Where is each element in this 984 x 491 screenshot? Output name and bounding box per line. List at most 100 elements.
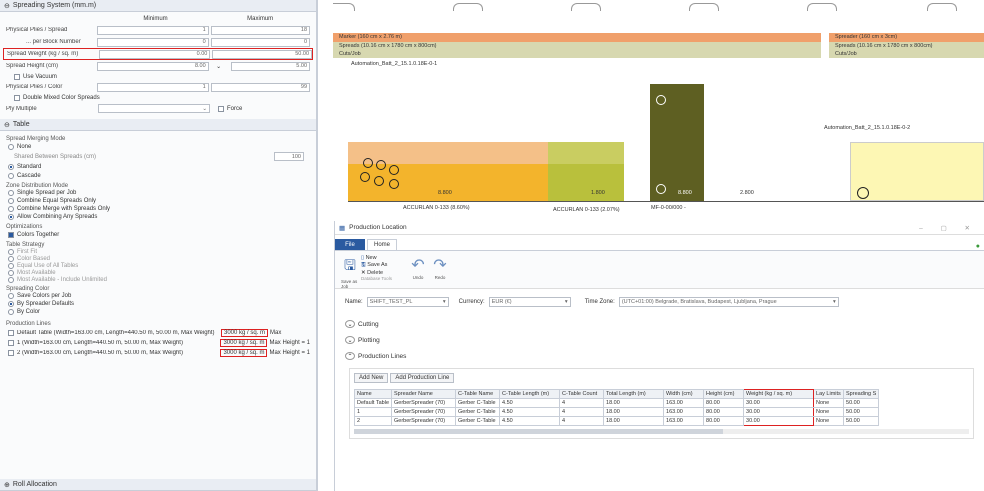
- col-header[interactable]: C-Table Length (m): [499, 389, 561, 399]
- cell[interactable]: GerberSpreader (70): [391, 398, 457, 408]
- zone-opt-radio[interactable]: [8, 206, 14, 212]
- cell[interactable]: 80.00: [703, 398, 745, 408]
- col-header[interactable]: C-Table Count: [559, 389, 605, 399]
- cell[interactable]: 18.00: [603, 416, 665, 426]
- col-header[interactable]: Name: [353, 389, 393, 399]
- cell[interactable]: None: [813, 416, 845, 426]
- col-header[interactable]: Width (cm): [663, 389, 705, 399]
- plies-color-max[interactable]: 99: [210, 82, 311, 92]
- cell[interactable]: 30.00: [743, 398, 815, 408]
- undo-button[interactable]: ↶ Undo: [407, 255, 429, 284]
- cell[interactable]: 4.50: [499, 407, 561, 417]
- spreading-system-header[interactable]: ⊖ Spreading System (mm.m): [0, 0, 316, 12]
- cell[interactable]: 18.00: [603, 407, 665, 417]
- colors-together-checkbox[interactable]: [8, 231, 14, 238]
- cell[interactable]: 4.50: [499, 398, 561, 408]
- help-icon[interactable]: ●: [976, 243, 980, 250]
- cell[interactable]: 163.00: [663, 398, 705, 408]
- col-header[interactable]: C-Table Name: [455, 389, 501, 399]
- cell[interactable]: 4: [559, 398, 605, 408]
- color-radio[interactable]: [8, 293, 14, 299]
- col-header[interactable]: Lay Limits: [813, 389, 845, 399]
- collapse-icon[interactable]: ⊖: [4, 121, 10, 129]
- strategy-radio[interactable]: [8, 262, 14, 269]
- currency-select[interactable]: EUR (€) ▾: [488, 297, 571, 307]
- cell[interactable]: 50.00: [843, 407, 880, 417]
- cell[interactable]: 163.00: [663, 407, 705, 417]
- merge-none-radio[interactable]: [8, 143, 14, 150]
- roll-allocation-header[interactable]: ⊕ Roll Allocation: [0, 479, 316, 491]
- cascade-radio[interactable]: [8, 172, 14, 179]
- expand-icon[interactable]: ⊕: [4, 481, 10, 489]
- strategy-radio[interactable]: [8, 276, 14, 283]
- cell[interactable]: 80.00: [703, 416, 745, 426]
- per-block-min[interactable]: 0: [97, 37, 209, 47]
- pl-checkbox[interactable]: [8, 340, 14, 346]
- standard-radio[interactable]: [8, 163, 14, 170]
- add-new-button[interactable]: Add New: [354, 373, 389, 383]
- collapse-icon[interactable]: ⊖: [4, 2, 10, 10]
- pl-checkbox[interactable]: [8, 329, 14, 336]
- table-row[interactable]: 1 GerberSpreader (70) Gerber C-Table 4.50 4 1…: [353, 407, 880, 417]
- shared-between-input[interactable]: 100: [274, 152, 304, 161]
- cell[interactable]: GerberSpreader (70): [391, 407, 457, 417]
- save-as-button[interactable]: 🖫 Save As: [361, 261, 401, 270]
- save-job-button[interactable]: 🖫 Save as Job: [341, 255, 359, 289]
- cell[interactable]: Gerber C-Table: [455, 407, 501, 417]
- cell[interactable]: None: [813, 407, 845, 417]
- cell[interactable]: 163.00: [663, 416, 705, 426]
- cell[interactable]: 4: [559, 416, 605, 426]
- spread-height-min[interactable]: 8.00: [97, 61, 209, 71]
- spread-weight-max[interactable]: 50.00: [212, 49, 312, 59]
- tab-file[interactable]: File: [335, 239, 365, 250]
- col-header[interactable]: Height (cm): [703, 389, 745, 399]
- strategy-radio[interactable]: [8, 248, 14, 255]
- col-header[interactable]: Spreader Name: [391, 389, 457, 399]
- cell[interactable]: None: [813, 398, 845, 408]
- plotting-section[interactable]: ⌄ Plotting: [345, 332, 984, 348]
- window-controls[interactable]: – ▢ ✕: [919, 224, 978, 232]
- cutting-section[interactable]: ⌄ Cutting: [345, 316, 984, 332]
- physical-plies-min[interactable]: 1: [97, 25, 209, 35]
- table-row[interactable]: Default Table GerberSpreader (70) Gerber C…: [353, 398, 880, 408]
- cell[interactable]: 1: [353, 407, 393, 417]
- cell[interactable]: Default Table: [353, 398, 393, 408]
- add-production-line-button[interactable]: Add Production Line: [390, 373, 455, 383]
- color-radio[interactable]: [8, 301, 14, 307]
- col-header[interactable]: Weight (kg / sq. m): [743, 389, 815, 399]
- cell[interactable]: Gerber C-Table: [455, 398, 501, 408]
- cell[interactable]: 4: [559, 407, 605, 417]
- scroll-thumb[interactable]: [354, 429, 723, 434]
- cell[interactable]: 18.00: [603, 398, 665, 408]
- per-block-max[interactable]: 0: [210, 37, 310, 47]
- force-checkbox[interactable]: [218, 105, 224, 112]
- cell[interactable]: 4.50: [499, 416, 561, 426]
- spread-height-max[interactable]: 5.00: [230, 61, 311, 71]
- plies-color-min[interactable]: 1: [97, 82, 209, 92]
- zone-opt-radio[interactable]: [8, 190, 14, 196]
- col-header[interactable]: Spreading S: [843, 389, 880, 399]
- cell[interactable]: 30.00: [743, 416, 815, 426]
- cell[interactable]: 50.00: [843, 416, 880, 426]
- cell[interactable]: Gerber C-Table: [455, 416, 501, 426]
- zone-opt-radio[interactable]: [8, 198, 14, 204]
- production-lines-section[interactable]: ⌃ Production Lines: [345, 348, 984, 364]
- double-mixed-checkbox[interactable]: [14, 94, 20, 101]
- use-vacuum-checkbox[interactable]: [14, 73, 20, 80]
- strategy-radio[interactable]: [8, 255, 14, 262]
- zone-opt-radio[interactable]: [8, 214, 14, 220]
- spread-weight-min[interactable]: 0.00: [98, 49, 211, 59]
- cell[interactable]: GerberSpreader (70): [391, 416, 457, 426]
- cell[interactable]: 50.00: [843, 398, 880, 408]
- table-row[interactable]: 2 GerberSpreader (70) Gerber C-Table 4.50 4 1…: [353, 416, 880, 426]
- unit-dropdown[interactable]: ⌄: [209, 63, 229, 70]
- physical-plies-max[interactable]: 18: [210, 25, 311, 35]
- cell[interactable]: 2: [353, 416, 393, 426]
- cell[interactable]: 80.00: [703, 407, 745, 417]
- ply-multiple-select[interactable]: ⌄: [98, 104, 210, 113]
- col-header[interactable]: Total Length (m): [603, 389, 665, 399]
- name-select[interactable]: SHIFT_TEST_PL ▾: [366, 297, 449, 307]
- table-header[interactable]: ⊖ Table: [0, 119, 316, 131]
- timezone-select[interactable]: (UTC+01:00) Belgrade, Bratislava, Budape…: [618, 297, 839, 307]
- color-radio[interactable]: [8, 309, 14, 315]
